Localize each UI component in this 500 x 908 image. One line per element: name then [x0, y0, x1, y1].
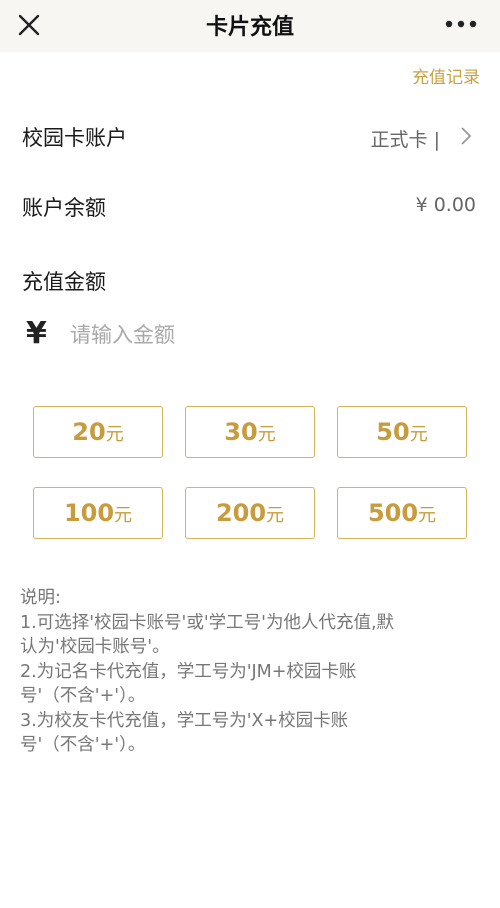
instructions-line: 2.为记名卡代充值，学工号为'JM+校园卡账	[20, 661, 357, 682]
amount-option-30[interactable]: 30元	[185, 406, 315, 458]
header-bar: 卡片充值	[0, 0, 500, 52]
page-title: 卡片充值	[205, 15, 294, 40]
amount-option-unit: 元	[266, 505, 285, 526]
yen-symbol: ¥	[26, 316, 47, 351]
recharge-amount-label: 充值金额	[22, 270, 106, 294]
amount-option-value: 20	[72, 418, 106, 446]
instructions-line: 3.为校友卡代充值，学工号为'X+校园卡账	[20, 710, 349, 731]
amount-option-unit: 元	[409, 424, 428, 445]
instructions: 说明: 1.可选择'校园卡账号'或'学工号'为他人代充值,默 认为'校园卡账号'…	[20, 586, 480, 758]
more-icon	[445, 20, 477, 28]
instructions-line: 1.可选择'校园卡账号'或'学工号'为他人代充值,默	[20, 612, 395, 633]
instructions-line: 号'（不含'+'）。	[20, 686, 146, 706]
chevron-right-icon[interactable]	[460, 126, 472, 146]
instructions-line: 认为'校园卡账号'。	[20, 637, 170, 657]
amount-option-value: 50	[376, 418, 410, 446]
amount-option-20[interactable]: 20元	[33, 406, 163, 458]
amount-option-unit: 元	[114, 505, 133, 526]
instructions-title: 说明:	[20, 588, 61, 608]
recharge-record-link[interactable]: 充值记录	[412, 64, 480, 84]
amount-option-unit: 元	[257, 424, 276, 445]
balance-label: 账户余额	[22, 196, 106, 220]
amount-option-value: 200	[215, 499, 267, 527]
amount-option-50[interactable]: 50元	[337, 406, 467, 458]
campus-card-account-value[interactable]: 正式卡 |	[371, 125, 440, 152]
amount-input-row: ¥	[22, 314, 462, 358]
campus-card-account-label: 校园卡账户	[22, 126, 127, 150]
amount-option-100[interactable]: 100元	[33, 487, 163, 539]
amount-input[interactable]	[68, 316, 452, 354]
more-button[interactable]	[444, 11, 478, 37]
instructions-line: 号'（不含'+'）。	[20, 735, 146, 755]
amount-option-value: 30	[224, 418, 258, 446]
amount-option-200[interactable]: 200元	[185, 487, 315, 539]
amount-option-unit: 元	[105, 424, 124, 445]
amount-option-500[interactable]: 500元	[337, 487, 467, 539]
amount-option-value: 500	[367, 499, 419, 527]
amount-option-unit: 元	[418, 505, 437, 526]
balance-value: ¥ 0.00	[415, 194, 476, 216]
amount-option-value: 100	[63, 499, 115, 527]
